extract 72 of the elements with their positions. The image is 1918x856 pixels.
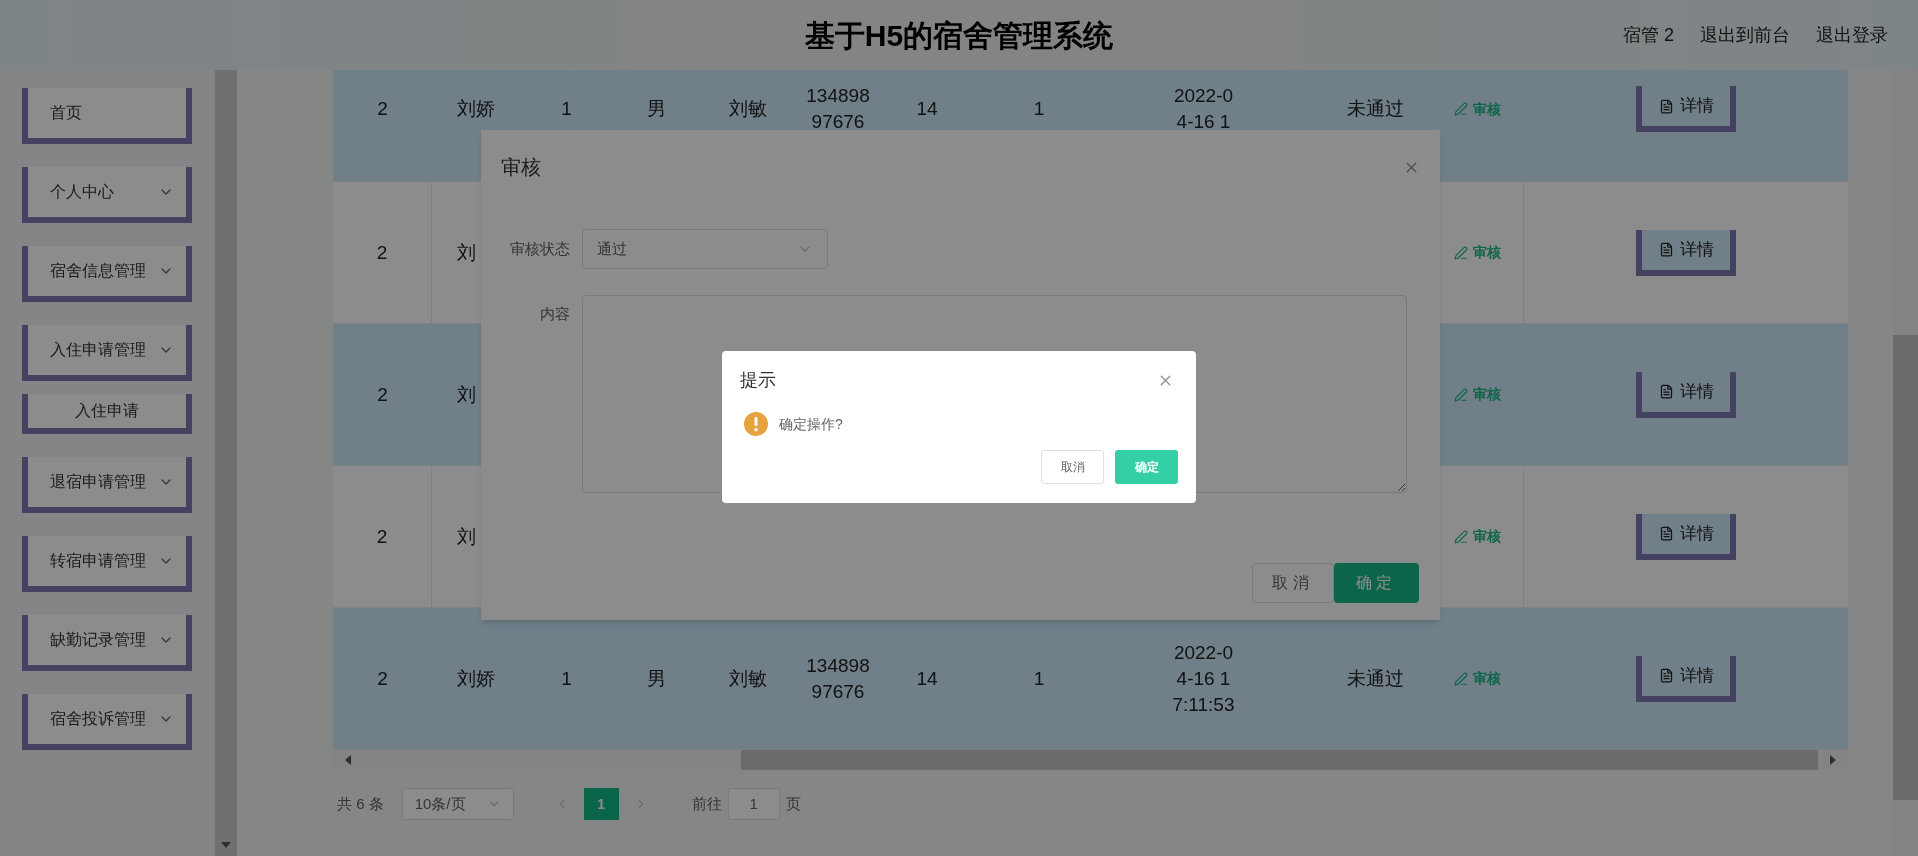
sidebar-item[interactable]: 宿舍信息管理 [22, 246, 192, 302]
field-label: 审核状态 [509, 238, 571, 259]
sidebar-item[interactable]: 个人中心 [22, 167, 192, 223]
sidebar-item[interactable]: 首页 [22, 88, 192, 144]
table-cell-text: 13489897676 [805, 84, 871, 134]
user-name: 宿管 2 [1623, 23, 1674, 47]
table-cell-text: 2 [377, 382, 388, 407]
document-icon [1658, 242, 1674, 257]
sidebar-subitem[interactable]: 入住申请 [22, 394, 192, 434]
table-cell-text: 1 [561, 666, 572, 691]
dialog-title: 审核 [501, 155, 541, 180]
header-title: 基于H5的宿舍管理系统 [804, 17, 1114, 54]
table-cell-text: 2 [376, 524, 388, 549]
pencil-icon [1454, 387, 1468, 402]
document-icon [1658, 384, 1674, 399]
details-button[interactable]: 详情 [1636, 371, 1736, 418]
nav-link[interactable]: 退出到前台 [1700, 21, 1790, 49]
cancel-button[interactable]: 取消 [1252, 563, 1334, 603]
table-cell-text: 刘 [457, 382, 477, 407]
message-text: 确定操作? [779, 414, 843, 434]
table-cell-text: 14 [916, 97, 938, 121]
document-icon [1658, 98, 1674, 114]
pencil-icon [1454, 245, 1468, 260]
table-cell-text: 13489897676 [805, 653, 871, 704]
message-title: 提示 [740, 369, 776, 392]
pencil-icon [1454, 671, 1468, 686]
sidebar-item[interactable]: 转宿申请管理 [22, 536, 192, 592]
sidebar-item[interactable]: 缺勤记录管理 [22, 615, 192, 671]
table-cell-text: 2 [377, 97, 388, 121]
details-button[interactable]: 详情 [1636, 655, 1736, 702]
details-button[interactable]: 详情 [1636, 229, 1736, 276]
table-cell-text: 2022-04-16 17:11:53 [1172, 640, 1235, 717]
warning-icon [744, 412, 768, 436]
scrollbar[interactable] [215, 70, 237, 856]
total-count: 共 6 条 [337, 793, 384, 814]
sidebar-item[interactable]: 宿舍投诉管理 [22, 694, 192, 750]
details-button[interactable]: 详情 [1636, 513, 1736, 560]
status-select[interactable]: 通过 [582, 229, 828, 269]
table-cell-text: 2 [376, 240, 388, 265]
scroll-arrow-icon[interactable] [221, 842, 231, 848]
pencil-icon [1454, 102, 1468, 116]
sidebar-item[interactable]: 退宿申请管理 [22, 457, 192, 513]
table-cell-text: 男 [647, 97, 666, 121]
table-cell-text: 刘 [456, 524, 477, 549]
goto-label: 前往 [691, 793, 722, 814]
goto-suffix: 页 [785, 793, 801, 814]
scroll-arrow-icon[interactable] [1830, 755, 1836, 765]
sidebar-item[interactable]: 入住申请管理 [22, 325, 192, 381]
table-cell-text: 未通过 [1346, 97, 1404, 121]
table-cell-text: 2022-04-16 1 [1172, 84, 1235, 134]
table-cell-text: 男 [647, 666, 666, 691]
nav-link[interactable]: 退出登录 [1816, 21, 1888, 49]
table-cell-text: 刘 [456, 240, 477, 265]
table-cell-text: 刘敏 [728, 97, 767, 121]
table-cell-text: 未通过 [1346, 666, 1404, 691]
page-size-select[interactable]: 10条/页 [401, 788, 514, 820]
document-icon [1658, 668, 1674, 683]
goto-page-field[interactable]: 1 [727, 788, 780, 820]
table-cell-text: 刘娇 [457, 666, 496, 691]
table-cell-text: 1 [1033, 97, 1045, 121]
table-cell-text: 2 [377, 666, 388, 691]
details-button[interactable]: 详情 [1636, 86, 1736, 132]
table-cell-text: 刘敏 [728, 666, 767, 691]
table-cell-text: 刘娇 [457, 97, 496, 121]
document-icon [1658, 526, 1674, 541]
scroll-arrow-icon[interactable] [345, 755, 351, 765]
pencil-icon [1454, 529, 1468, 544]
table-cell-text: 1 [1033, 666, 1045, 691]
table-cell-text: 14 [916, 666, 938, 691]
table-cell-text: 1 [561, 97, 572, 121]
field-label: 内容 [539, 304, 571, 324]
cancel-button[interactable]: 取消 [1041, 450, 1104, 484]
